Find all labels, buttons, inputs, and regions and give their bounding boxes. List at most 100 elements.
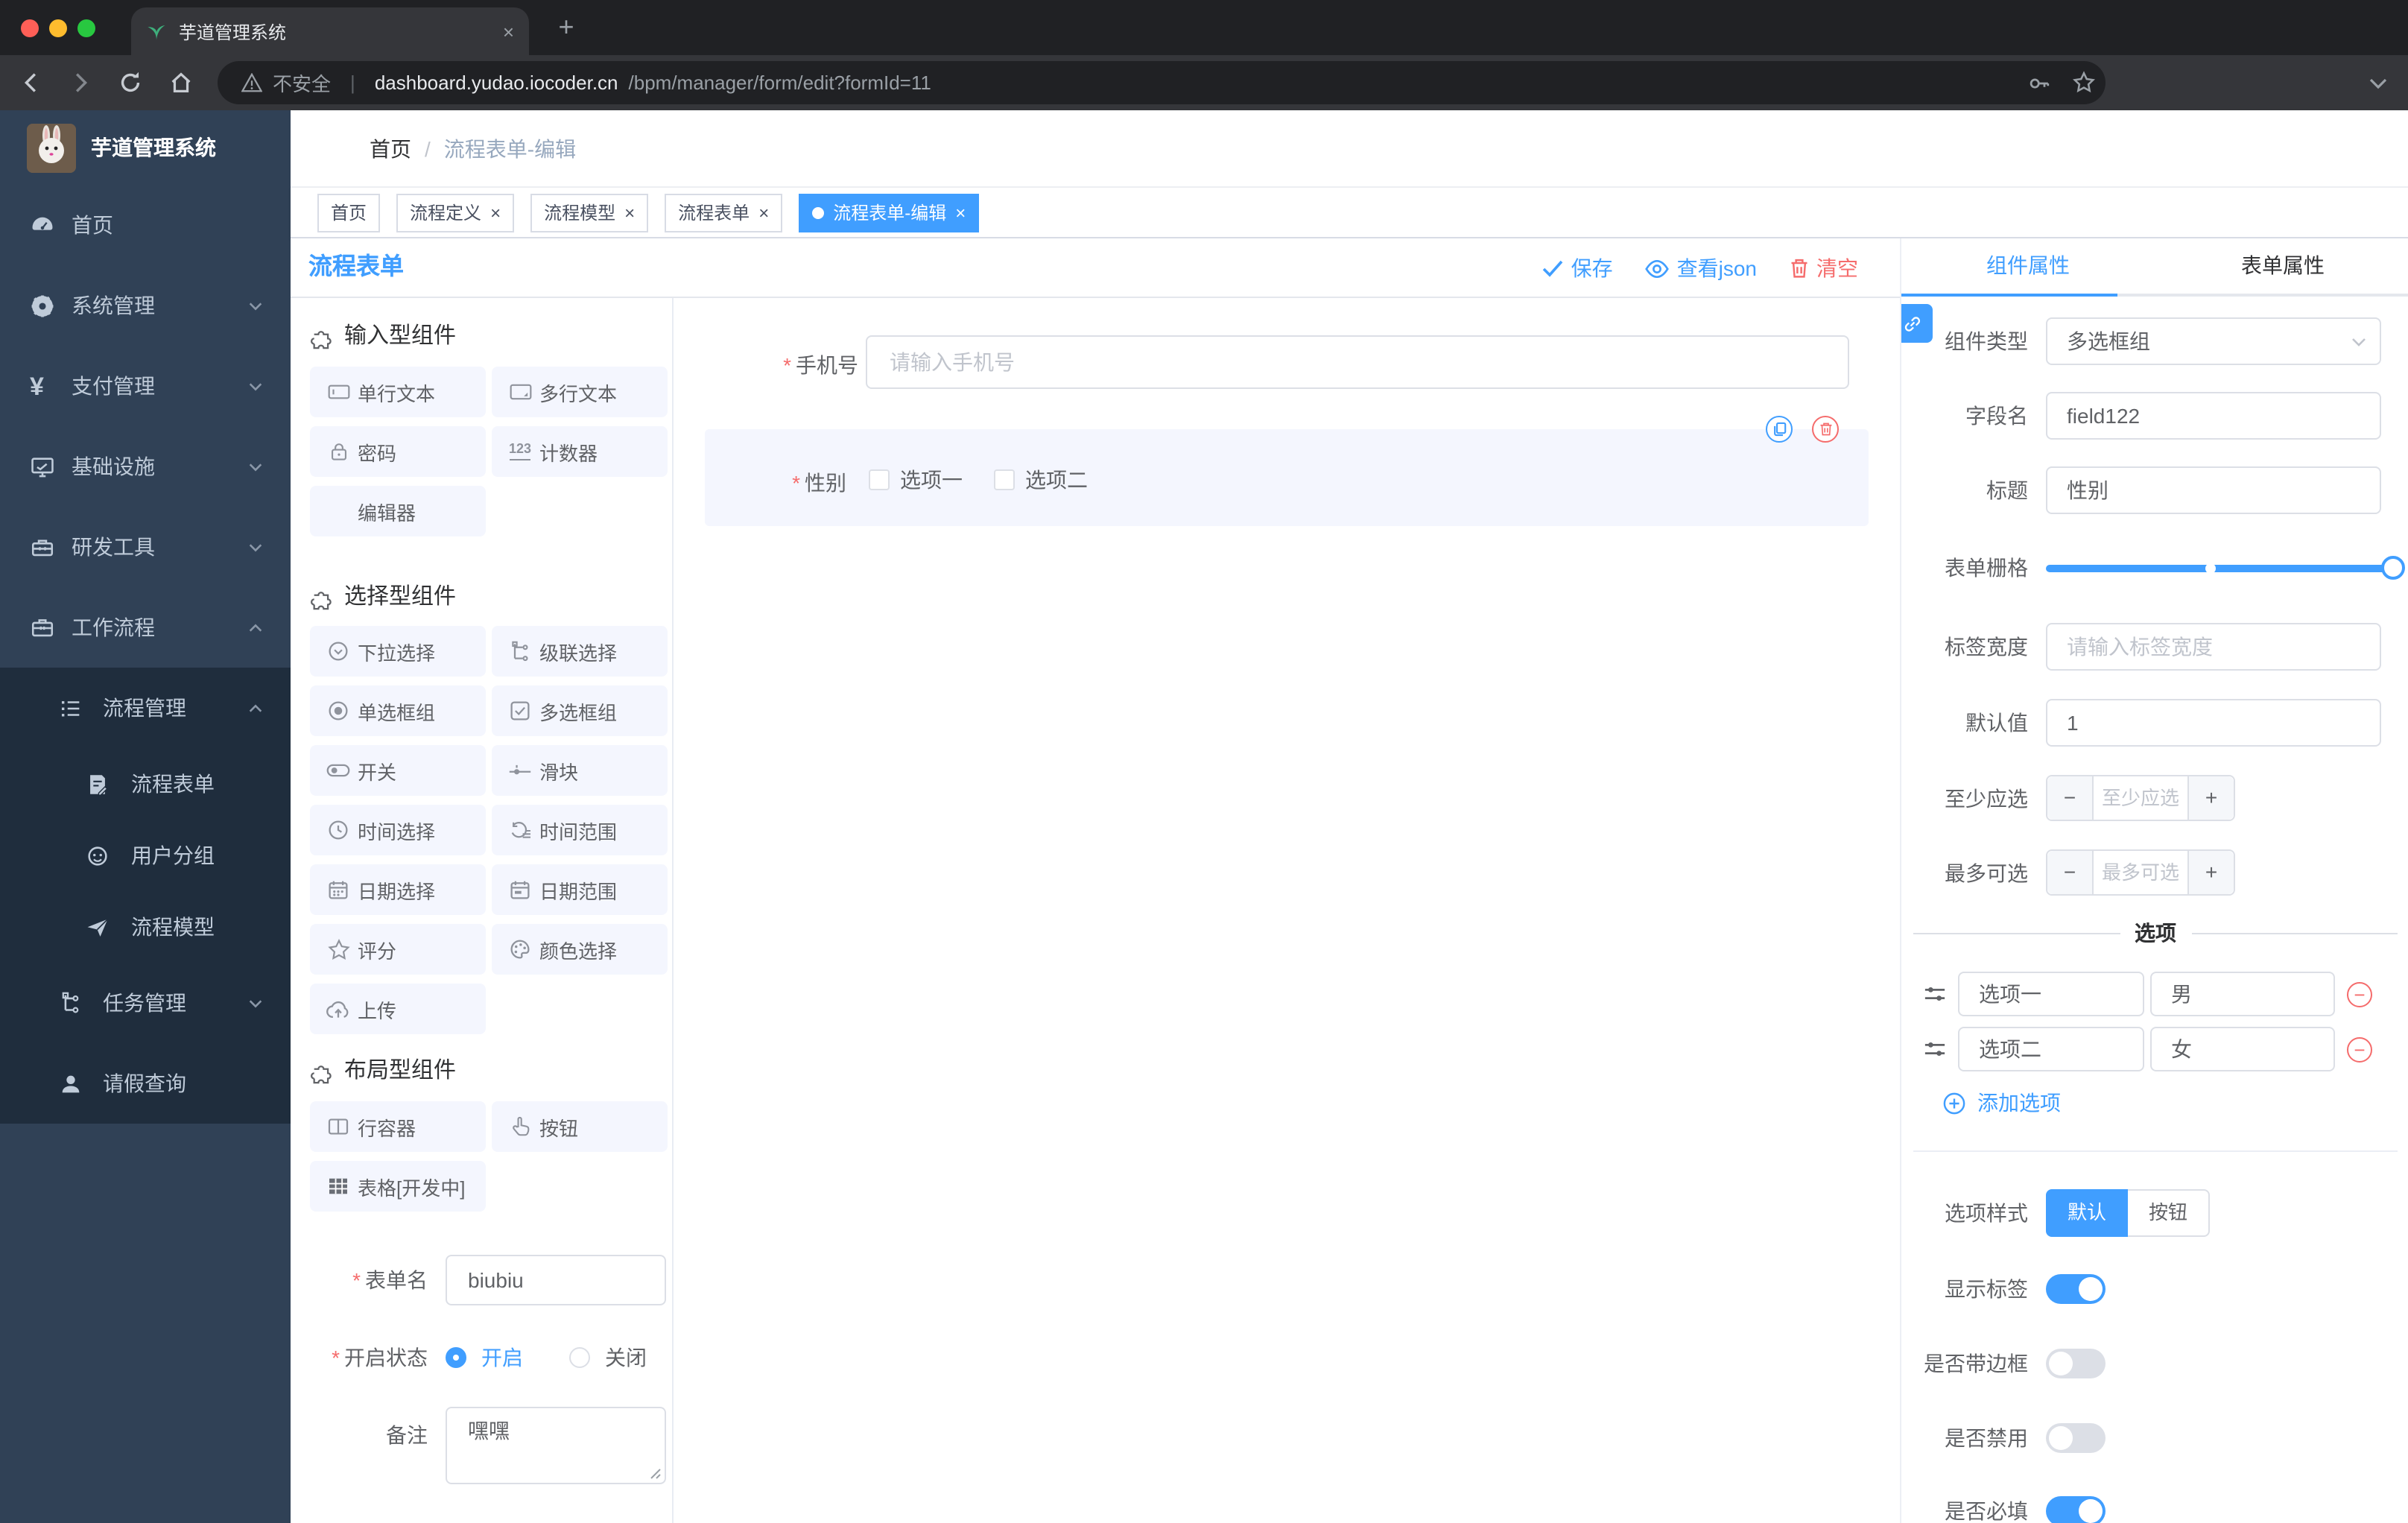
sidebar-item-process-mgmt[interactable]: 流程管理 — [0, 668, 291, 748]
border-toggle[interactable] — [2046, 1349, 2106, 1378]
tag-close-icon[interactable]: × — [955, 203, 966, 221]
tag-close-icon[interactable]: × — [490, 203, 501, 221]
component-checkbox-group[interactable]: 多选框组 — [492, 685, 668, 736]
toolbar-chevron-down-icon[interactable] — [2369, 77, 2387, 89]
status-on-radio[interactable] — [446, 1347, 466, 1368]
form-name-input[interactable]: biubiu — [446, 1255, 666, 1305]
component-multi-line-text[interactable]: 多行文本 — [492, 367, 668, 417]
stepper-decrease-button[interactable]: − — [2047, 851, 2092, 894]
sidebar-item-workflow[interactable]: 工作流程 — [0, 587, 291, 668]
clear-button[interactable]: 清空 — [1790, 253, 1858, 283]
sidebar-item-user-group[interactable]: 用户分组 — [0, 820, 291, 891]
sidebar-item-payment[interactable]: ¥ 支付管理 — [0, 346, 291, 426]
component-row-container[interactable]: 行容器 — [310, 1101, 486, 1152]
sidebar-item-system[interactable]: 系统管理 — [0, 265, 291, 346]
component-button[interactable]: 按钮 — [492, 1101, 668, 1152]
component-counter[interactable]: 123 计数器 — [492, 426, 668, 477]
browser-tab[interactable]: 芋道管理系统 × — [131, 7, 529, 55]
status-off-radio[interactable] — [569, 1347, 590, 1368]
component-editor[interactable]: 编辑器 — [310, 486, 486, 536]
tag-process-model[interactable]: 流程模型 × — [530, 193, 649, 232]
slider-handle[interactable] — [2381, 556, 2405, 580]
component-single-line-text[interactable]: 单行文本 — [310, 367, 486, 417]
gender-option1-label[interactable]: 选项一 — [900, 469, 963, 492]
component-time-picker[interactable]: 时间选择 — [310, 805, 486, 855]
reload-icon[interactable] — [116, 69, 145, 97]
gender-option1-checkbox[interactable] — [869, 469, 890, 490]
option1-label-input[interactable]: 选项一 — [1958, 972, 2144, 1016]
sidebar-item-task-mgmt[interactable]: 任务管理 — [0, 963, 291, 1043]
add-option-button[interactable]: 添加选项 — [1943, 1088, 2061, 1118]
min-select-input[interactable]: 至少应选 — [2092, 776, 2189, 820]
stepper-decrease-button[interactable]: − — [2047, 776, 2092, 820]
component-table-dev[interactable]: 表格[开发中] — [310, 1161, 486, 1212]
sidebar-item-process-model[interactable]: 流程模型 — [0, 891, 291, 963]
sidebar-item-infra[interactable]: 基础设施 — [0, 426, 291, 507]
window-minimize-button[interactable] — [49, 19, 67, 37]
gender-option2-label[interactable]: 选项二 — [1025, 469, 1088, 492]
new-tab-button[interactable]: + — [548, 9, 584, 45]
component-select[interactable]: 下拉选择 — [310, 626, 486, 677]
stepper-increase-button[interactable]: + — [2189, 851, 2234, 894]
component-date-picker[interactable]: 日期选择 — [310, 864, 486, 915]
drag-handle-icon[interactable] — [1924, 984, 1946, 1004]
tag-process-form[interactable]: 流程表单 × — [665, 193, 783, 232]
component-password[interactable]: 密码 — [310, 426, 486, 477]
drag-handle-icon[interactable] — [1924, 1039, 1946, 1060]
default-value-input[interactable]: 1 — [2046, 699, 2381, 747]
tab-form-props[interactable]: 表单属性 — [2156, 238, 2408, 294]
gender-field-selected-block[interactable]: * 性别 选项一 选项二 — [705, 429, 1869, 526]
max-select-input[interactable]: 最多可选 — [2092, 851, 2189, 894]
component-slider[interactable]: 滑块 — [492, 745, 668, 796]
breadcrumb-home[interactable]: 首页 — [370, 134, 411, 164]
tag-process-form-edit[interactable]: 流程表单-编辑 × — [799, 193, 980, 232]
tab-component-props[interactable]: 组件属性 — [1901, 238, 2155, 294]
option1-value-input[interactable]: 男 — [2150, 972, 2335, 1016]
delete-component-button[interactable] — [1812, 416, 1839, 443]
sidebar-item-process-form[interactable]: 流程表单 — [0, 748, 291, 820]
stepper-increase-button[interactable]: + — [2189, 776, 2234, 820]
component-cascader[interactable]: 级联选择 — [492, 626, 668, 677]
status-off-label[interactable]: 关闭 — [605, 1343, 647, 1372]
style-default-button[interactable]: 默认 — [2046, 1189, 2128, 1237]
component-rate[interactable]: 评分 — [310, 924, 486, 975]
option2-value-input[interactable]: 女 — [2150, 1027, 2335, 1071]
sidebar-item-home[interactable]: 首页 — [0, 185, 291, 265]
required-toggle[interactable] — [2046, 1496, 2106, 1523]
duplicate-component-button[interactable] — [1766, 416, 1793, 443]
style-button-button[interactable]: 按钮 — [2128, 1189, 2210, 1237]
label-width-input[interactable]: 请输入标签宽度 — [2046, 623, 2381, 671]
form-grid-slider[interactable] — [2046, 556, 2405, 580]
tag-close-icon[interactable]: × — [758, 203, 769, 221]
component-switch[interactable]: 开关 — [310, 745, 486, 796]
address-bar[interactable]: 不安全 | dashboard.yudao.iocoder.cn/bpm/man… — [218, 61, 2106, 104]
password-key-icon[interactable] — [2027, 72, 2050, 95]
remove-option-button[interactable]: − — [2347, 1036, 2372, 1062]
component-date-range[interactable]: 日期范围 — [492, 864, 668, 915]
sidebar-item-devtools[interactable]: 研发工具 — [0, 507, 291, 587]
phone-input[interactable]: 请输入手机号 — [866, 335, 1849, 389]
component-color-picker[interactable]: 颜色选择 — [492, 924, 668, 975]
title-input[interactable]: 性别 — [2046, 466, 2381, 514]
tag-close-icon[interactable]: × — [624, 203, 635, 221]
option2-label-input[interactable]: 选项二 — [1958, 1027, 2144, 1071]
show-label-toggle[interactable] — [2046, 1274, 2106, 1304]
sidebar-item-leave-query[interactable]: 请假查询 — [0, 1043, 291, 1124]
window-close-button[interactable] — [21, 19, 39, 37]
bookmark-star-icon[interactable] — [2071, 70, 2097, 95]
tag-process-definition[interactable]: 流程定义 × — [396, 193, 515, 232]
form-remark-textarea[interactable]: 嘿嘿 — [446, 1407, 666, 1484]
remove-option-button[interactable]: − — [2347, 981, 2372, 1007]
forward-icon[interactable] — [66, 69, 94, 97]
component-time-range[interactable]: 时间范围 — [492, 805, 668, 855]
gender-option2-checkbox[interactable] — [994, 469, 1015, 490]
component-radio-group[interactable]: 单选框组 — [310, 685, 486, 736]
tab-close-icon[interactable]: × — [503, 22, 514, 41]
status-on-label[interactable]: 开启 — [481, 1343, 523, 1372]
tag-home[interactable]: 首页 — [317, 193, 381, 232]
view-json-button[interactable]: 查看json — [1645, 253, 1757, 283]
back-icon[interactable] — [18, 69, 46, 97]
disabled-toggle[interactable] — [2046, 1423, 2106, 1453]
home-icon[interactable] — [167, 69, 195, 97]
component-upload[interactable]: 上传 — [310, 984, 486, 1034]
